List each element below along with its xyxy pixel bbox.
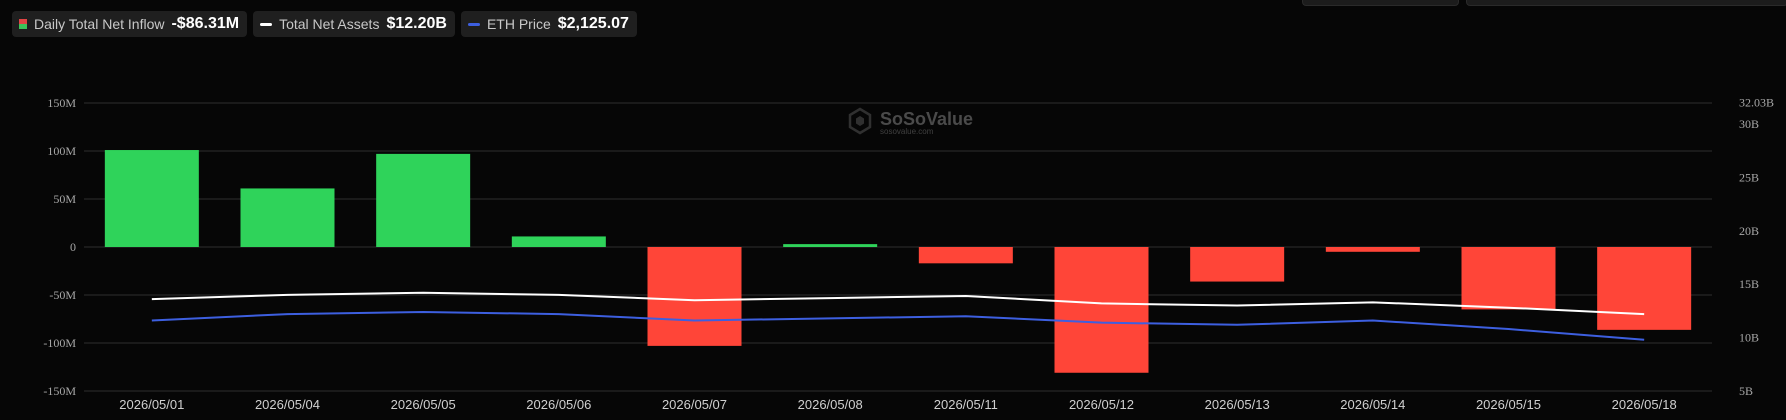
watermark-brand: SoSoValue (880, 109, 973, 129)
x-tick-label: 2026/05/06 (526, 397, 591, 412)
watermark: SoSoValue sosovalue.com (848, 107, 973, 136)
x-tick-label: 2026/05/15 (1476, 397, 1541, 412)
left-tick-label: 150M (47, 96, 76, 110)
net-inflow-bar (240, 188, 335, 247)
right-tick-label: 15B (1739, 277, 1759, 291)
net-inflow-bar (1597, 247, 1692, 330)
eth-price-line (151, 310, 1645, 341)
watermark-sub: sosovalue.com (880, 127, 934, 136)
x-tick-label: 2026/05/07 (662, 397, 727, 412)
net-inflow-bar (511, 236, 606, 247)
x-tick-label: 2026/05/04 (255, 397, 320, 412)
left-tick-label: 0 (70, 240, 76, 254)
net-inflow-bar (1325, 247, 1420, 252)
x-tick-label: 2026/05/11 (934, 397, 998, 412)
right-tick-label: 20B (1739, 224, 1759, 238)
x-tick-label: 2026/05/13 (1205, 397, 1270, 412)
x-tick-label: 2026/05/01 (119, 397, 184, 412)
net-inflow-bar (376, 153, 471, 247)
x-tick-label: 2026/05/18 (1612, 397, 1677, 412)
net-inflow-bar (1461, 247, 1556, 310)
x-tick-label: 2026/05/12 (1069, 397, 1134, 412)
x-tick-label: 2026/05/08 (798, 397, 863, 412)
left-tick-label: -150M (43, 384, 76, 398)
right-tick-label: 30B (1739, 117, 1759, 131)
chart-area: SoSoValue sosovalue.com 150M 100M 50M 0 -50M… (43, 95, 1774, 412)
net-inflow-bar (647, 247, 742, 346)
right-tick-label: 32.03B (1739, 95, 1774, 109)
left-tick-label: -100M (43, 336, 76, 350)
x-tick-label: 2026/05/14 (1340, 397, 1405, 412)
left-tick-label: 50M (53, 192, 76, 206)
total-net-assets-line (151, 291, 1645, 316)
net-inflow-bar (918, 247, 1013, 264)
net-inflow-bar (783, 244, 878, 247)
right-tick-label: 25B (1739, 170, 1759, 184)
right-tick-label: 5B (1739, 384, 1753, 398)
net-inflow-bar (1054, 247, 1149, 373)
left-tick-label: 100M (47, 144, 76, 158)
x-tick-label: 2026/05/05 (391, 397, 456, 412)
right-tick-label: 10B (1739, 331, 1759, 345)
left-tick-label: -50M (49, 288, 76, 302)
net-inflow-bar (104, 150, 199, 247)
net-inflow-bar (1190, 247, 1285, 282)
